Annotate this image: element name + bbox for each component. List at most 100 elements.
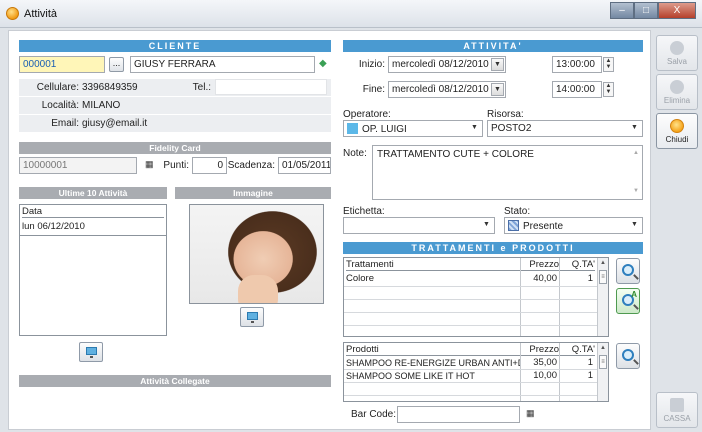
- cellulare-value: 3396849359: [82, 82, 138, 93]
- punti-input[interactable]: 0: [192, 157, 227, 174]
- etichetta-label: Etichetta:: [343, 206, 385, 217]
- note-textarea[interactable]: TRATTAMENTO CUTE + COLORE: [372, 145, 643, 200]
- localita-value: MILANO: [82, 100, 121, 111]
- email-value: giusy@email.it: [82, 118, 148, 129]
- scadenza-input[interactable]: 01/05/2011: [278, 157, 331, 174]
- maximize-button[interactable]: □: [634, 2, 658, 19]
- fine-time-input[interactable]: 14:00:00: [552, 81, 602, 98]
- title-bar: Attività ‒ □ X: [0, 0, 702, 28]
- tel-value[interactable]: [215, 79, 327, 95]
- ultime-list[interactable]: Data lun 06/12/2010: [19, 204, 167, 336]
- inizio-date-select[interactable]: mercoledì 08/12/2010: [388, 56, 506, 73]
- search-trattamenti-advanced-button[interactable]: A: [616, 288, 640, 314]
- stato-color-swatch: [508, 220, 519, 231]
- open-activity-button[interactable]: [79, 342, 103, 362]
- close-button[interactable]: Chiudi: [656, 113, 698, 149]
- localita-label: Località:: [41, 100, 79, 111]
- search-icon: [622, 264, 634, 276]
- card-icon[interactable]: ▦: [145, 159, 154, 170]
- fine-label: Fine:: [362, 84, 385, 95]
- risorsa-label: Risorsa:: [487, 109, 524, 120]
- client-name-field[interactable]: GIUSY FERRARA: [130, 56, 315, 73]
- save-icon: [670, 41, 684, 55]
- note-scroll-down[interactable]: ▼: [633, 188, 639, 194]
- trattamenti-scrollbar[interactable]: ▲ ≡: [597, 258, 608, 336]
- etichetta-dropdown-icon[interactable]: ▼: [480, 219, 493, 232]
- tag-icon[interactable]: ◆: [319, 58, 327, 69]
- ultime-column-header[interactable]: Data: [22, 206, 164, 218]
- inizio-time-spinner[interactable]: ▲ ▼: [603, 57, 614, 72]
- punti-label: Punti:: [163, 160, 189, 171]
- note-scroll-up[interactable]: ▲: [633, 150, 639, 156]
- save-button[interactable]: Salva: [656, 35, 698, 71]
- browse-client-button[interactable]: ...: [109, 57, 124, 72]
- table-row-name[interactable]: Colore: [346, 273, 520, 285]
- delete-button[interactable]: Elimina: [656, 74, 698, 110]
- table-row-name[interactable]: SHAMPOO SOME LIKE IT HOT: [346, 370, 520, 382]
- email-label: Email:: [51, 118, 79, 129]
- trattamenti-prodotti-header: TRATTAMENTI e PRODOTTI: [343, 242, 643, 254]
- minimize-button[interactable]: ‒: [610, 2, 634, 19]
- barcode-icon[interactable]: ▦: [526, 408, 535, 419]
- prodotti-scrollbar[interactable]: ▲ ≡: [597, 343, 608, 401]
- fidelity-card-input[interactable]: 10000001: [19, 157, 137, 174]
- fine-date-dropdown-icon[interactable]: ▼: [491, 83, 504, 96]
- table-row-prezzo[interactable]: 35,00: [521, 357, 557, 369]
- inizio-date-dropdown-icon[interactable]: ▼: [491, 58, 504, 71]
- operatore-select[interactable]: OP. LUIGI: [343, 120, 483, 137]
- power-icon: [670, 119, 684, 133]
- trattamenti-col-name[interactable]: Trattamenti: [346, 259, 520, 271]
- scadenza-label: Scadenza:: [227, 160, 275, 171]
- search-icon: [622, 349, 634, 361]
- monitor-icon: [247, 312, 258, 323]
- table-row-qta[interactable]: 1: [560, 357, 593, 369]
- client-photo: [189, 204, 324, 304]
- table-row-qta[interactable]: 1: [560, 273, 593, 285]
- stato-label: Stato:: [504, 206, 531, 217]
- etichetta-select[interactable]: [343, 217, 495, 234]
- barcode-input[interactable]: [397, 406, 520, 423]
- barcode-label: Bar Code:: [351, 409, 397, 420]
- trattamenti-col-qta[interactable]: Q.TA': [560, 259, 595, 271]
- fidelity-header: Fidelity Card: [19, 142, 331, 154]
- operatore-color-swatch: [347, 123, 358, 134]
- table-row-prezzo[interactable]: 40,00: [521, 273, 557, 285]
- activity-form: CLIENTE 000001 ... GIUSY FERRARA ◆ Cellu…: [8, 30, 651, 430]
- table-row-name[interactable]: SHAMPOO RE-ENERGIZE URBAN ANTI+DC: [346, 357, 520, 369]
- table-row-prezzo[interactable]: 10,00: [521, 370, 557, 382]
- stato-dropdown-icon[interactable]: ▼: [628, 219, 641, 232]
- prodotti-col-name[interactable]: Prodotti: [346, 344, 520, 356]
- prodotti-grid[interactable]: Prodotti Prezzo Q.TA' SHAMPOO RE-ENERGIZ…: [343, 342, 609, 402]
- trattamenti-grid[interactable]: Trattamenti Prezzo Q.TA' Colore 40,00 1 …: [343, 257, 609, 337]
- app-icon: [6, 7, 19, 20]
- risorsa-dropdown-icon[interactable]: ▼: [628, 122, 641, 135]
- operatore-label: Operatore:: [343, 109, 391, 120]
- attivita-header: ATTIVITA': [343, 40, 643, 52]
- badge-a: A: [631, 290, 637, 299]
- fine-date-select[interactable]: mercoledì 08/12/2010: [388, 81, 506, 98]
- cellulare-label: Cellulare:: [36, 82, 79, 93]
- fine-time-spinner[interactable]: ▲ ▼: [603, 82, 614, 97]
- search-trattamenti-button[interactable]: [616, 258, 640, 284]
- prodotti-col-prezzo[interactable]: Prezzo: [521, 344, 559, 356]
- client-code-input[interactable]: 000001: [19, 56, 105, 73]
- tel-label: Tel.:: [192, 82, 211, 93]
- change-photo-button[interactable]: [240, 307, 264, 327]
- cliente-header: CLIENTE: [19, 40, 331, 52]
- cash-register-icon: [670, 398, 684, 412]
- close-window-button[interactable]: X: [658, 2, 696, 19]
- collegate-header: Attività Collegate: [19, 375, 331, 387]
- risorsa-select[interactable]: POSTO2: [487, 120, 643, 137]
- search-prodotti-button[interactable]: [616, 343, 640, 369]
- operatore-dropdown-icon[interactable]: ▼: [468, 122, 481, 135]
- table-row-qta[interactable]: 1: [560, 370, 593, 382]
- prodotti-col-qta[interactable]: Q.TA': [560, 344, 595, 356]
- stato-select[interactable]: Presente: [504, 217, 643, 234]
- trattamenti-col-prezzo[interactable]: Prezzo: [521, 259, 559, 271]
- window-controls: ‒ □ X: [610, 2, 696, 20]
- inizio-label: Inizio:: [358, 59, 385, 70]
- note-label: Note:: [343, 148, 367, 159]
- cassa-button[interactable]: CASSA: [656, 392, 698, 428]
- inizio-time-input[interactable]: 13:00:00: [552, 56, 602, 73]
- list-item[interactable]: lun 06/12/2010: [22, 221, 164, 233]
